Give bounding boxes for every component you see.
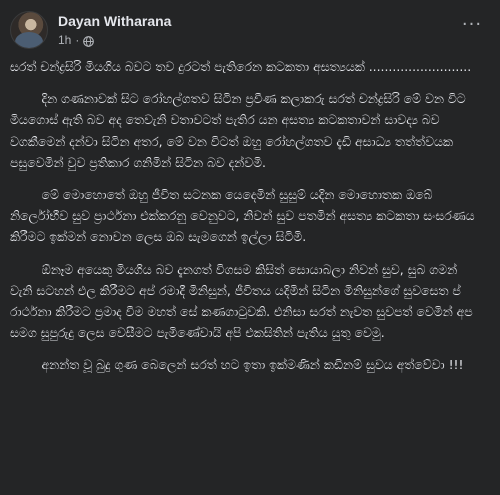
post-paragraph: අනන්ත වූ බුදු ගුණ බෙලෙන් සරත් හට ඉතා ඉක්… <box>10 357 464 373</box>
post-body: සරත් චන්ද්‍රසිරි මියගිය බවට තව දුරටත් පැ… <box>10 56 482 387</box>
globe-icon[interactable] <box>83 35 95 47</box>
post-meta: Dayan Witharana 1h · <box>58 12 171 48</box>
avatar[interactable] <box>10 11 48 49</box>
facebook-post: Dayan Witharana 1h · ··· සරත් චන්ද්‍රසිර… <box>0 0 500 495</box>
more-options-icon[interactable]: ··· <box>458 12 486 36</box>
post-paragraph: සරත් චන්ද්‍රසිරි මියගිය බවට තව දුරටත් පැ… <box>10 59 472 74</box>
separator-dot: · <box>75 33 80 47</box>
post-paragraph: දින ගණනාවක් සිට රෝහල්ගතව සිටින ප්‍රවීණ ක… <box>10 91 470 170</box>
author-name[interactable]: Dayan Witharana <box>58 12 171 30</box>
post-header: Dayan Witharana 1h · <box>10 8 171 52</box>
post-subline: 1h · <box>58 32 171 48</box>
post-paragraph: ඕනෑම අයෙකු මියගිය බව දැනගත් විගසම කිසිත්… <box>10 261 477 341</box>
avatar-figure <box>15 32 43 48</box>
post-time[interactable]: 1h <box>58 32 71 48</box>
post-paragraph: මේ මොහොතේ ඔහු ජීවිත සටනක යෙදෙමින් සුසුම්… <box>10 187 479 245</box>
